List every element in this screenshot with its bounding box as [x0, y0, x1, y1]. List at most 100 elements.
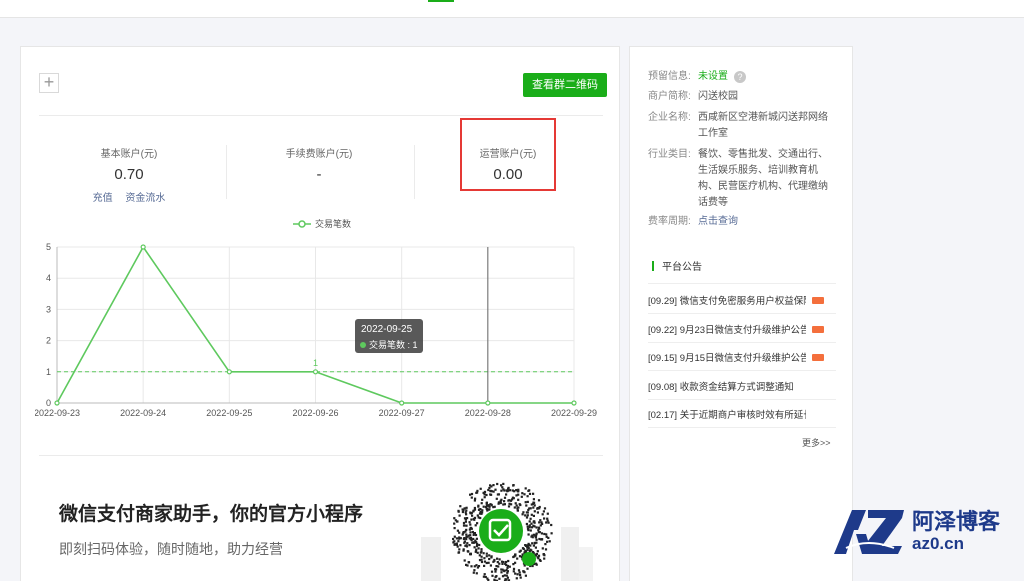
qr-dot	[479, 487, 482, 490]
qr-dot	[454, 543, 457, 546]
qr-dot	[500, 489, 503, 492]
qr-dot	[455, 537, 458, 540]
qr-dot	[464, 518, 467, 521]
qr-dot	[495, 565, 498, 568]
notice-text[interactable]: [09.29] 微信支付免密服务用户权益保障	[648, 293, 806, 307]
qr-dot	[532, 506, 535, 509]
qr-dot	[514, 572, 517, 575]
data-point	[140, 244, 146, 250]
main-panel: + 查看群二维码 基本账户(元) 0.70 充值 资金流水 手续费账户(元) -…	[20, 46, 620, 581]
qr-dot	[547, 521, 550, 524]
qr-dot	[469, 493, 472, 496]
qr-dot	[541, 538, 544, 541]
qr-dot	[501, 486, 504, 489]
highlight-annotation-box	[460, 118, 556, 191]
y-tick-label: 0	[46, 398, 51, 408]
qr-dot	[453, 527, 456, 530]
qr-dot	[474, 524, 477, 527]
notice-text[interactable]: [09.15] 9月15日微信支付升级维护公告	[648, 350, 806, 364]
notice-item[interactable]: [09.15] 9月15日微信支付升级维护公告	[648, 350, 836, 364]
qr-dot	[476, 566, 479, 569]
qr-dot	[483, 573, 486, 576]
watermark-en: az0.cn	[912, 534, 964, 553]
qr-dot	[539, 519, 542, 522]
qr-dot	[485, 507, 489, 510]
qr-dot	[453, 535, 456, 538]
add-button[interactable]: +	[39, 73, 59, 93]
qr-dot	[524, 574, 527, 577]
qr-dot	[465, 513, 468, 516]
qr-dot	[479, 551, 482, 554]
qr-dot	[500, 571, 503, 574]
divider	[648, 370, 836, 371]
notice-item[interactable]: [09.29] 微信支付免密服务用户权益保障	[648, 293, 836, 307]
qr-dot	[505, 578, 508, 581]
qr-dot	[461, 510, 464, 514]
qr-dot	[487, 488, 490, 492]
qr-dot	[473, 506, 476, 510]
y-tick-label: 1	[46, 367, 51, 377]
divider	[648, 427, 836, 428]
qr-dot	[468, 537, 471, 540]
qr-dot	[469, 523, 472, 526]
qr-dot	[545, 533, 548, 536]
qr-dot	[482, 552, 485, 555]
qr-dot	[523, 493, 526, 496]
notice-text[interactable]: [02.17] 关于近期商户审核时效有所延长	[648, 407, 806, 421]
qr-dot	[526, 567, 529, 570]
qr-dot	[494, 488, 497, 491]
view-group-qrcode-button[interactable]: 查看群二维码	[523, 73, 607, 97]
more-notices-link[interactable]: 更多>>	[802, 436, 831, 449]
qr-dot	[537, 531, 540, 534]
qr-dot	[519, 573, 522, 577]
mini-program-qrcode-art	[421, 482, 593, 581]
qr-dot	[463, 507, 466, 510]
notice-text[interactable]: [09.08] 收款资金结算方式调整通知	[648, 379, 806, 393]
qr-dot	[461, 508, 464, 511]
qr-dot	[473, 518, 476, 521]
fund-flow-link[interactable]: 资金流水	[125, 193, 165, 204]
reserved-info-value[interactable]: 未设置	[698, 71, 728, 82]
rate-period-query-link[interactable]: 点击查询	[698, 214, 838, 230]
qr-dot	[504, 562, 507, 565]
qr-dot	[501, 575, 505, 578]
qr-dot	[467, 550, 470, 553]
fee-account-label: 手续费账户(元)	[285, 149, 353, 160]
qr-dot	[546, 517, 549, 520]
basic-account: 基本账户(元) 0.70 充值 资金流水	[35, 145, 223, 204]
qr-dot	[538, 527, 541, 530]
qr-dot	[536, 511, 539, 514]
new-badge-icon	[812, 353, 824, 361]
x-tick-label: 2022-09-28	[465, 408, 511, 418]
active-tab-indicator	[428, 0, 454, 2]
recharge-link[interactable]: 充值	[93, 193, 113, 204]
notice-text[interactable]: [09.22] 9月23日微信支付升级维护公告	[648, 322, 806, 336]
qr-dot	[475, 545, 479, 548]
qr-dot	[453, 517, 456, 520]
title-accent-bar	[652, 260, 654, 271]
qr-dot	[540, 532, 543, 535]
qr-dot	[494, 575, 497, 579]
help-icon[interactable]: ?	[734, 71, 746, 83]
qr-dot	[492, 506, 495, 509]
qr-dot	[495, 497, 498, 500]
qr-dot	[532, 524, 535, 527]
qr-dot	[503, 496, 507, 499]
qr-dot	[516, 573, 519, 576]
short-name-key: 商户简称:	[648, 91, 691, 102]
notice-item[interactable]: [09.22] 9月23日微信支付升级维护公告	[648, 322, 836, 336]
notice-item[interactable]: [09.08] 收款资金结算方式调整通知	[648, 379, 836, 393]
qr-dot	[511, 496, 514, 499]
qr-dot	[487, 561, 490, 564]
qr-dot	[506, 576, 509, 579]
qr-dot	[474, 533, 478, 537]
notice-item[interactable]: [02.17] 关于近期商户审核时效有所延长	[648, 407, 836, 421]
qr-dot	[458, 514, 461, 517]
qr-dot	[485, 493, 488, 497]
qr-dot	[519, 503, 522, 507]
qr-dot	[466, 564, 469, 567]
qr-dot	[545, 521, 548, 524]
transaction-chart: 0 1 2 3 4 5 2022-09-23 2022-09-24 2022-09-25 2022…	[35, 242, 597, 418]
qr-dot	[529, 544, 532, 547]
qr-dot	[473, 569, 476, 572]
